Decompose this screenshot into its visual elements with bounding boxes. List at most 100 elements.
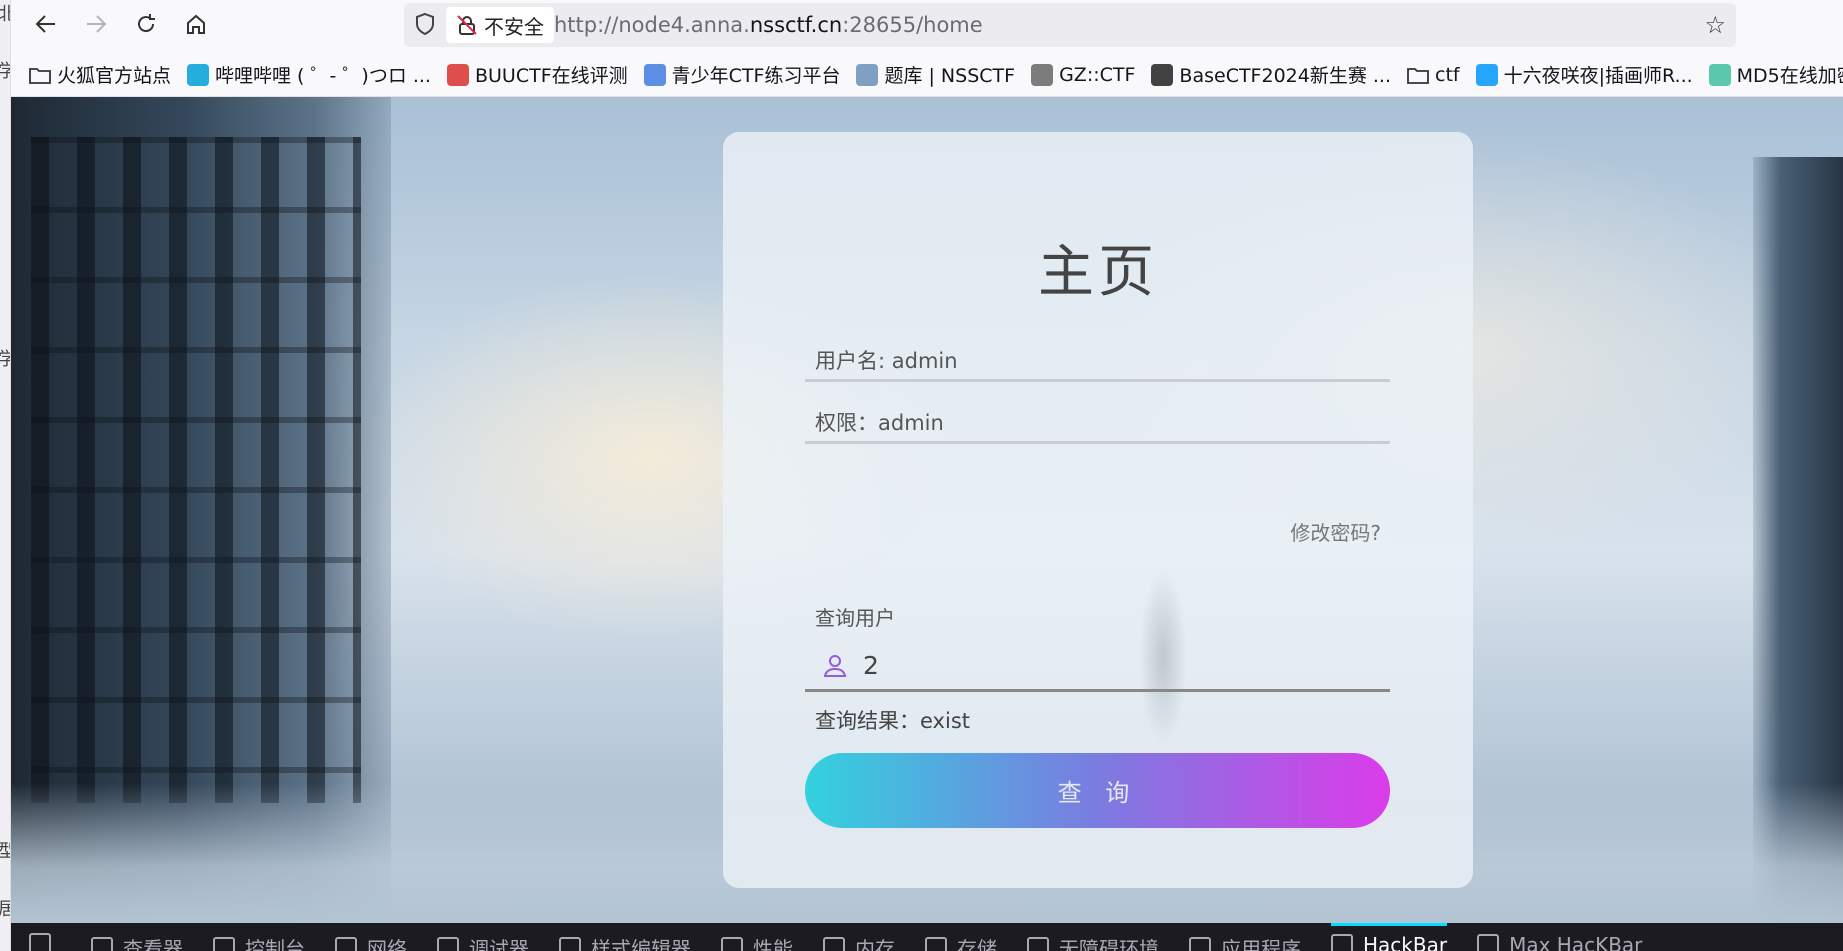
devtools-tabbar: 查看器 控制台 网络 调试器 样式编辑器 性能 内存 存储 无障碍环境 应用程序 HackBar Ma…: [11, 923, 1843, 951]
bookmark-label: BaseCTF2024新生赛 ...: [1179, 65, 1392, 87]
devtools-tab[interactable]: 查看器: [91, 923, 183, 951]
devtools-tab-label: 存储: [957, 937, 997, 951]
edge-glyph: 学: [0, 57, 10, 83]
application-icon: [1189, 936, 1211, 951]
home-button[interactable]: [179, 7, 213, 41]
bookmark-label: MD5在线加密/解密/: [1736, 65, 1843, 87]
inspector-icon: [91, 936, 113, 951]
bookmark-label: 火狐官方站点: [57, 65, 172, 87]
devtools-tab-label: 查看器: [123, 937, 183, 951]
home-card: 主页 用户名: admin 权限：admin 修改密码? 查询用户 2 查询结果…: [723, 132, 1473, 888]
hackbar-icon: [1331, 934, 1353, 951]
query-button[interactable]: 查 询: [805, 753, 1390, 828]
nssctf-icon: [856, 63, 879, 86]
bookmark-item[interactable]: 火狐官方站点: [29, 61, 171, 88]
devtools-tab-label: 调试器: [469, 937, 529, 951]
devtools-tab[interactable]: 调试器: [437, 923, 529, 951]
devtools-tab-label: 控制台: [245, 937, 305, 951]
bookmark-item[interactable]: MD5在线加密/解密/: [1708, 61, 1843, 88]
buuctf-icon: [446, 63, 469, 86]
folder-icon: [29, 64, 51, 86]
accessibility-icon: [1027, 936, 1049, 951]
bookmark-label: BUUCTF在线评测: [474, 65, 628, 87]
edge-glyph: 学: [0, 345, 10, 371]
pixiv-icon: [1475, 63, 1498, 86]
query-user-label: 查询用户: [815, 606, 895, 630]
bookmark-item[interactable]: BUUCTF在线评测: [446, 61, 628, 88]
devtools-tab-label: 网络: [367, 937, 407, 951]
nav-toolbar: 不安全 http://node4.anna.nssctf.cn:28655/ho…: [11, 0, 1843, 49]
devtools-tab[interactable]: 存储: [925, 923, 997, 951]
username-field: 用户名: admin: [805, 346, 1390, 382]
folder-icon: [1407, 64, 1429, 86]
devtools-tab-label: 样式编辑器: [591, 937, 691, 951]
url-prefix: http://node4.anna.: [554, 13, 750, 37]
back-arrow-icon: [35, 15, 55, 33]
devtools-tab[interactable]: Max HacKBar: [1477, 923, 1642, 951]
bookmark-item[interactable]: 十六夜咲夜|插画师R...: [1475, 61, 1693, 88]
devtools-tab[interactable]: 无障碍环境: [1027, 923, 1159, 951]
security-indicator[interactable]: 不安全: [446, 7, 554, 43]
bilibili-icon: [187, 63, 210, 86]
bookmark-item[interactable]: 题库 | NSSCTF: [856, 61, 1015, 88]
devtools-tab[interactable]: HackBar: [1331, 923, 1448, 951]
devtools-pick-button[interactable]: [29, 923, 61, 951]
bookmark-label: GZ::CTF: [1059, 63, 1136, 86]
bookmark-label: 十六夜咲夜|插画师R...: [1503, 65, 1693, 87]
sidebar-edge: 北 学 学 型 居: [0, 0, 11, 951]
bookmark-label: 青少年CTF练习平台: [671, 65, 841, 87]
devtools-tab-label: 应用程序: [1221, 937, 1301, 951]
bookmark-label: ctf: [1435, 63, 1460, 86]
devtools-tab-label: HackBar: [1363, 933, 1448, 951]
bookmark-item[interactable]: ctf: [1407, 64, 1460, 86]
devtools-tab-label: Max HacKBar: [1509, 933, 1643, 951]
devtools-tab-label: 无障碍环境: [1059, 937, 1159, 951]
query-user-input[interactable]: 2: [805, 642, 1390, 692]
devtools-tab[interactable]: 样式编辑器: [559, 923, 691, 951]
devtools-tab[interactable]: 网络: [335, 923, 407, 951]
reload-icon: [138, 14, 155, 33]
home-icon: [187, 14, 205, 34]
console-icon: [213, 936, 235, 951]
shield-icon[interactable]: [414, 12, 436, 41]
bookmark-star-icon[interactable]: ☆: [1704, 11, 1726, 39]
change-password-link[interactable]: 修改密码?: [1290, 517, 1381, 546]
debugger-icon: [437, 936, 459, 951]
gzctf-icon: [1031, 63, 1054, 86]
bookmark-item[interactable]: GZ::CTF: [1031, 63, 1136, 86]
insecure-lock-icon: [456, 14, 478, 36]
page-viewport: 主页 用户名: admin 权限：admin 修改密码? 查询用户 2 查询结果…: [11, 97, 1843, 923]
devtools-tab[interactable]: 控制台: [213, 923, 305, 951]
edge-glyph: 北: [0, 0, 10, 26]
role-field: 权限：admin: [805, 408, 1390, 444]
query-result: 查询结果：exist: [815, 709, 970, 733]
reload-button[interactable]: [129, 7, 163, 41]
storage-icon: [925, 936, 947, 951]
bookmark-item[interactable]: 青少年CTF练习平台: [643, 61, 841, 88]
edge-glyph: 居: [0, 895, 10, 921]
security-label: 不安全: [484, 14, 544, 39]
url-bar[interactable]: 不安全 http://node4.anna.nssctf.cn:28655/ho…: [404, 3, 1736, 47]
url-text[interactable]: http://node4.anna.nssctf.cn:28655/home: [554, 13, 983, 37]
wolf-icon: [643, 63, 666, 86]
devtools-tab-label: 内存: [855, 937, 895, 951]
devtools-tab[interactable]: 应用程序: [1189, 923, 1301, 951]
forward-arrow-icon: [87, 15, 107, 33]
bookmark-label: 题库 | NSSCTF: [884, 65, 1016, 87]
back-button[interactable]: [29, 7, 63, 41]
basectf-icon: [1151, 63, 1174, 86]
max-hackbar-icon: [1477, 934, 1500, 951]
query-user-value: 2: [863, 651, 879, 680]
devtools-tab[interactable]: 内存: [823, 923, 895, 951]
forward-button[interactable]: [79, 7, 113, 41]
edge-glyph: 型: [0, 837, 10, 863]
user-icon: [823, 654, 847, 678]
bookmark-item[interactable]: 哔哩哔哩 ( ゜- ゜)つロ ...: [187, 61, 431, 88]
url-domain: nssctf.cn: [749, 13, 843, 37]
devtools-tab[interactable]: 性能: [721, 923, 793, 951]
md5-icon: [1708, 63, 1731, 86]
element-picker-icon: [29, 933, 51, 951]
bookmark-item[interactable]: BaseCTF2024新生赛 ...: [1151, 61, 1391, 88]
url-suffix: :28655/home: [842, 13, 983, 37]
performance-icon: [721, 936, 743, 951]
